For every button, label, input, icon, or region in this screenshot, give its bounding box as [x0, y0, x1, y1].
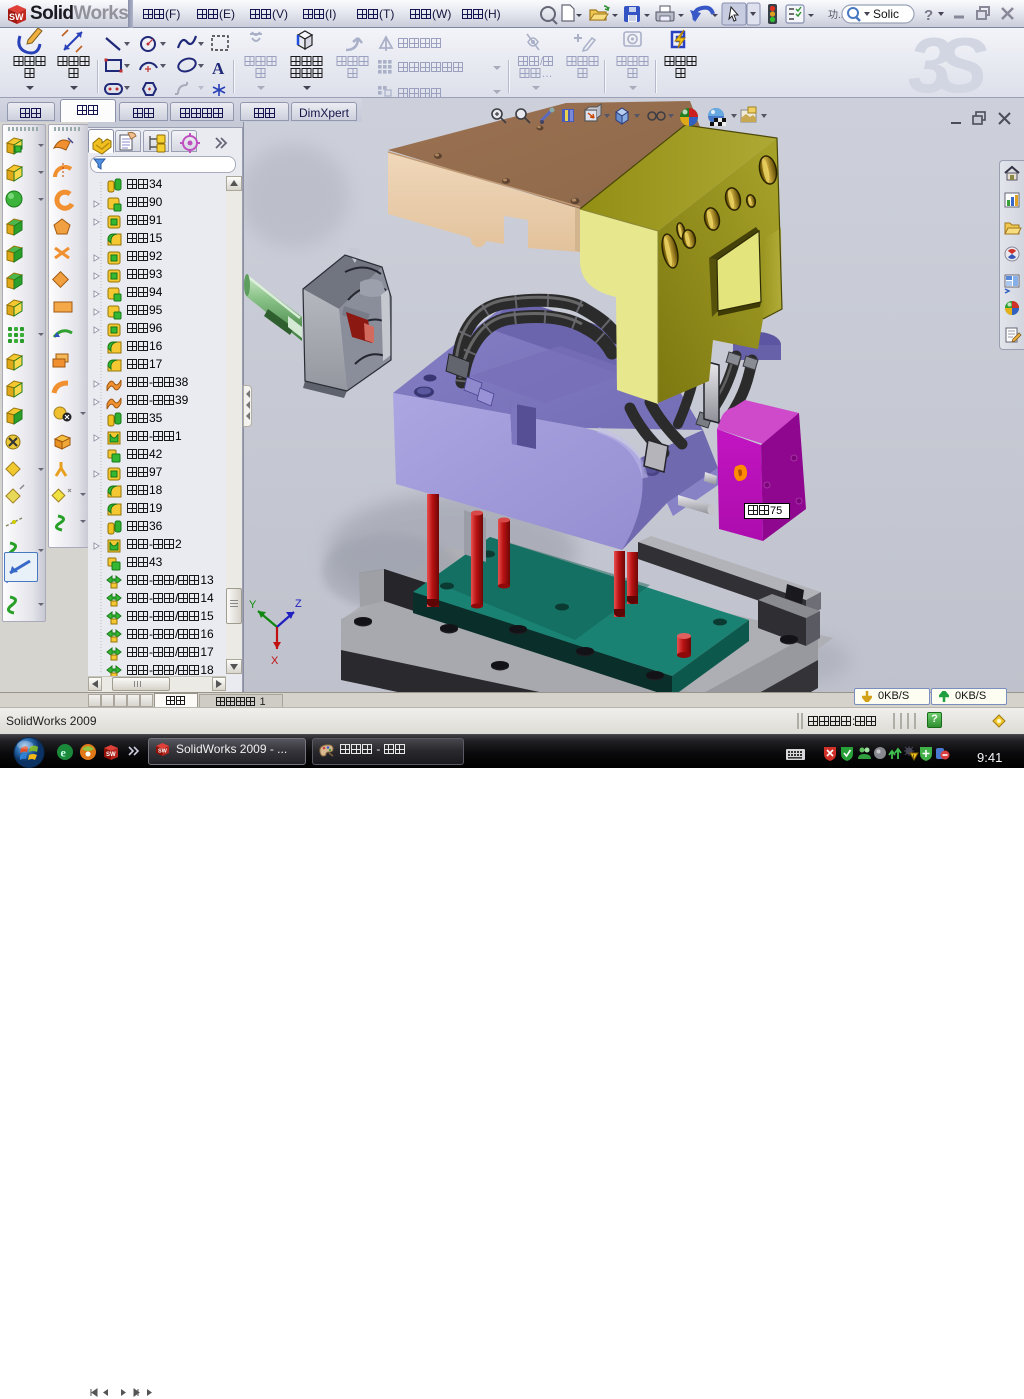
svg-text:功..: 功.. — [828, 9, 844, 21]
svg-text:X: X — [271, 655, 279, 667]
svg-text:9:41: 9:41 — [977, 750, 1002, 765]
svg-text:Z: Z — [295, 598, 302, 610]
svg-text:SW: SW — [9, 12, 24, 22]
svg-text:Solic: Solic — [873, 7, 899, 21]
svg-text:Y: Y — [249, 599, 257, 611]
svg-text:A: A — [212, 59, 225, 78]
